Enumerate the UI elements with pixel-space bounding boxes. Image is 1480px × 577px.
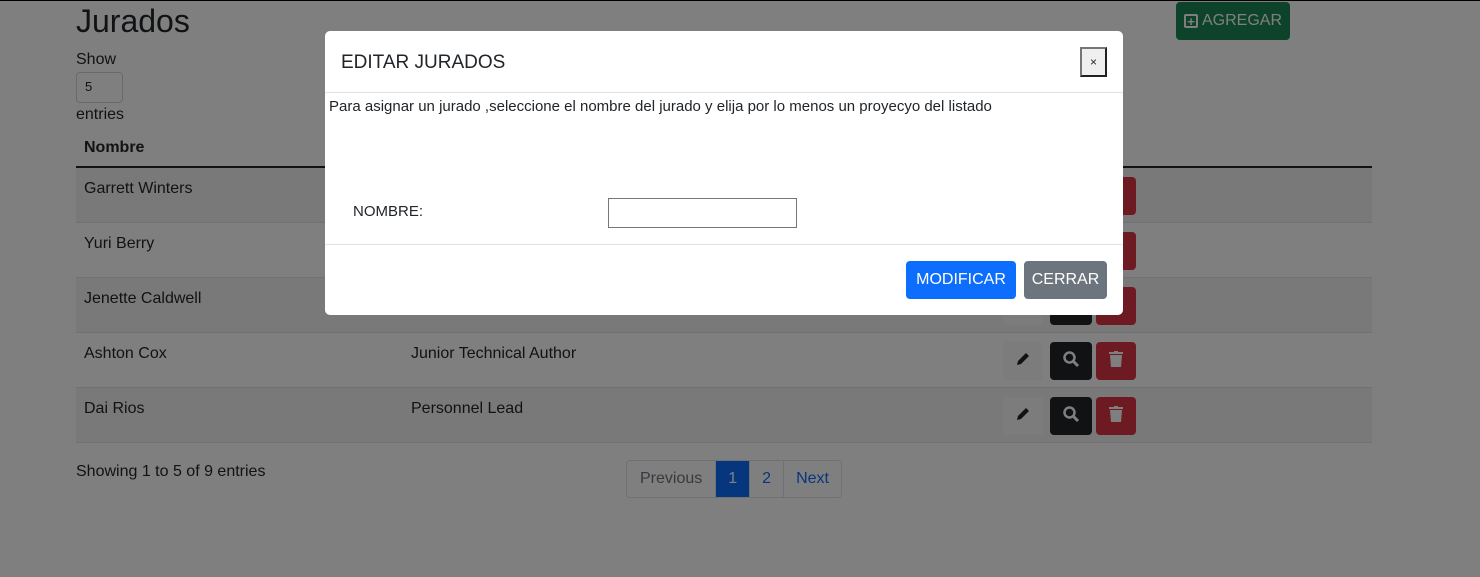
edit-jurados-modal: EDITAR JURADOS × Para asignar un jurado … bbox=[325, 31, 1123, 315]
close-modal-button[interactable]: CERRAR bbox=[1024, 261, 1107, 299]
nombre-input[interactable] bbox=[608, 198, 797, 228]
modify-button[interactable]: MODIFICAR bbox=[906, 261, 1016, 299]
modal-footer-divider bbox=[325, 244, 1123, 245]
modal-instructions: Para asignar un jurado ,seleccione el no… bbox=[329, 98, 992, 115]
nombre-label: NOMBRE: bbox=[353, 203, 424, 220]
modal-title: EDITAR JURADOS bbox=[341, 52, 506, 73]
close-button[interactable]: × bbox=[1080, 47, 1107, 77]
